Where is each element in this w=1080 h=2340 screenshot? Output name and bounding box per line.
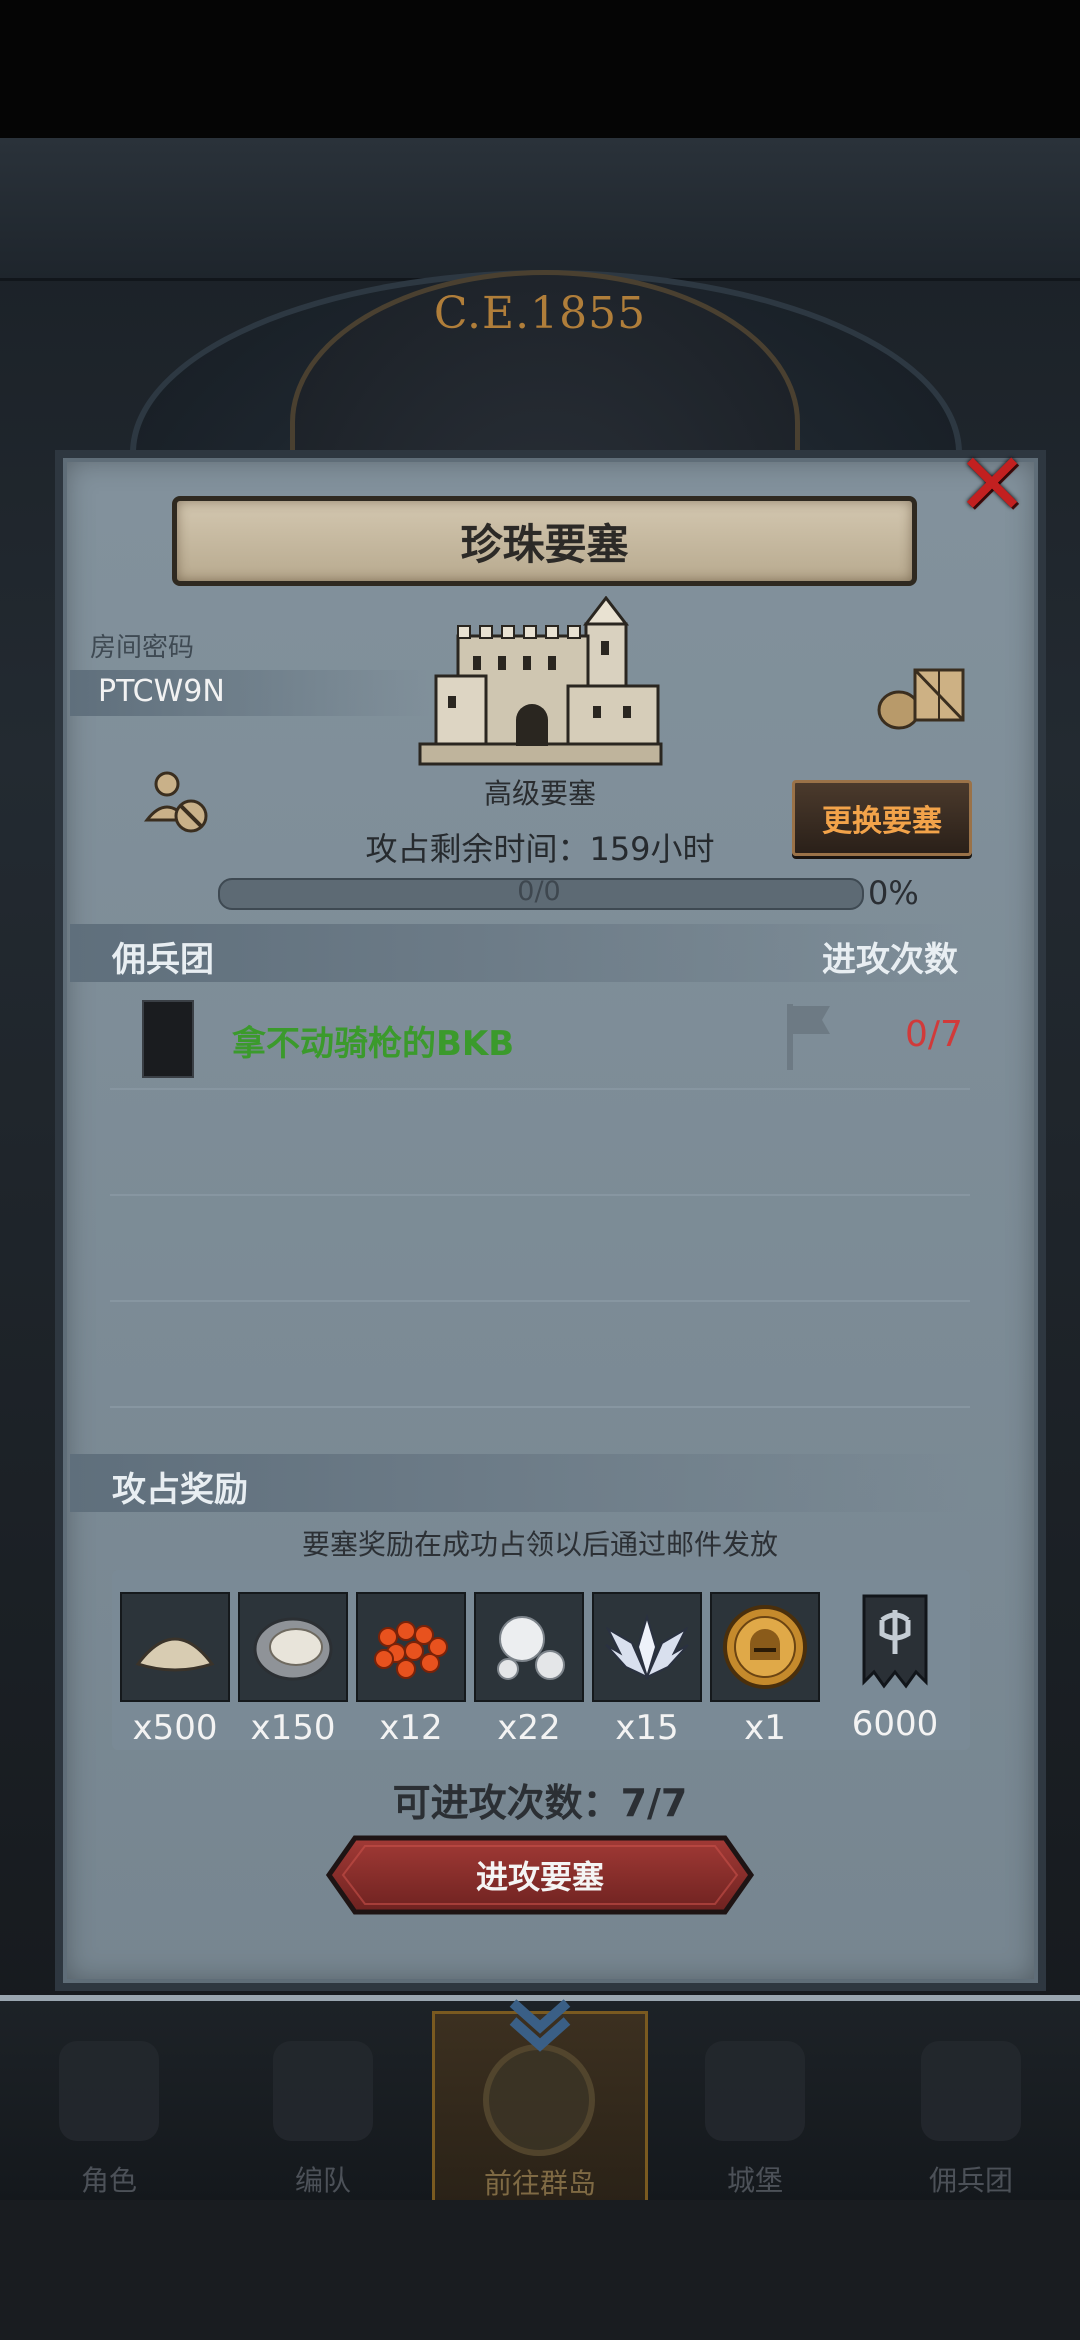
fish-roe-icon <box>374 1621 448 1679</box>
castle-icon <box>705 2041 805 2141</box>
reward-qty: x150 <box>250 1708 336 1748</box>
reward-item[interactable]: x150 <box>238 1592 348 1748</box>
row-divider <box>110 1088 970 1090</box>
reward-item[interactable]: x1 <box>710 1592 820 1748</box>
oyster-icon <box>253 1617 333 1681</box>
background-frame <box>0 138 1080 281</box>
guild-banner-icon <box>862 1594 928 1689</box>
nav-label: 编队 <box>294 2164 351 2197</box>
reward-item[interactable]: 6000 <box>840 1592 950 1744</box>
pearls-icon <box>497 1616 565 1680</box>
no-member-icon[interactable] <box>143 770 213 836</box>
reward-qty: x1 <box>744 1708 786 1748</box>
supply-crate-icon[interactable] <box>875 660 967 730</box>
member-name: 拿不动骑枪的BKB <box>232 1024 515 1064</box>
nav-label: 前往群岛 <box>483 2167 596 2200</box>
member-attack-count: 0/7 <box>905 1014 963 1055</box>
mercenary-banner-icon <box>921 2041 1021 2141</box>
reward-item[interactable]: x12 <box>356 1592 466 1748</box>
close-x-icon[interactable]: ✕ <box>952 442 1032 528</box>
nav-label: 角色 <box>80 2164 137 2197</box>
reward-qty: x22 <box>497 1708 561 1748</box>
nav-item-castle[interactable]: 城堡 <box>650 2011 860 2201</box>
winged-emblem-icon <box>605 1613 689 1681</box>
attacks-available: 可进攻次数：7/7 <box>392 1781 688 1825</box>
active-chevron-icon <box>509 1999 571 2052</box>
reward-qty: 6000 <box>851 1704 939 1744</box>
reward-item[interactable]: x500 <box>120 1592 230 1748</box>
nav-item-formation[interactable]: 编队 <box>218 2011 428 2201</box>
attack-count-header: 进攻次数 <box>822 940 958 980</box>
fortress-castle-icon <box>418 596 663 766</box>
fortress-level: 高级要塞 <box>483 777 596 810</box>
nav-label: 城堡 <box>726 2164 783 2197</box>
status-bar <box>0 0 1080 138</box>
reward-note: 要塞奖励在成功占领以后通过邮件发放 <box>301 1528 778 1561</box>
nav-label: 佣兵团 <box>928 2164 1013 2197</box>
reward-qty: x500 <box>132 1708 218 1748</box>
change-fortress-button[interactable]: 更换要塞 <box>792 780 972 856</box>
reward-item[interactable]: x22 <box>474 1592 584 1748</box>
time-remaining: 攻占剩余时间：159小时 <box>365 830 715 868</box>
nav-item-character[interactable]: 角色 <box>4 2011 214 2201</box>
mercenary-section-title: 佣兵团 <box>112 940 214 980</box>
formation-icon <box>273 2041 373 2141</box>
member-avatar <box>142 1000 194 1078</box>
reward-qty: x12 <box>379 1708 443 1748</box>
reward-qty: x15 <box>615 1708 679 1748</box>
room-code-label: 房间密码 <box>90 633 195 663</box>
row-divider <box>110 1406 970 1408</box>
reward-item[interactable]: x15 <box>592 1592 702 1748</box>
dialog-title: 珍珠要塞 <box>460 519 629 569</box>
list-item[interactable]: 拿不动骑枪的BKB 0/7 <box>110 1000 970 1082</box>
reward-section-title: 攻占奖励 <box>112 1470 248 1510</box>
sand-pile-icon <box>135 1637 215 1672</box>
knight-helmet-icon <box>59 2041 159 2141</box>
progress-text: 0/0 <box>517 876 561 907</box>
progress-percent: 0% <box>868 874 919 912</box>
nav-item-mercenary[interactable]: 佣兵团 <box>866 2011 1076 2201</box>
island-map-icon <box>483 2044 595 2156</box>
room-code-value[interactable]: PTCW9N <box>98 674 225 709</box>
row-divider <box>110 1194 970 1196</box>
attack-button-label: 进攻要塞 <box>475 1858 604 1896</box>
title-banner: 珍珠要塞 <box>172 496 917 586</box>
row-divider <box>110 1300 970 1302</box>
golden-helmet-coin-icon <box>723 1605 807 1689</box>
year-label: C.E.1855 <box>433 288 647 339</box>
flag-icon <box>787 1004 830 1070</box>
bottom-strip <box>0 2200 1080 2340</box>
